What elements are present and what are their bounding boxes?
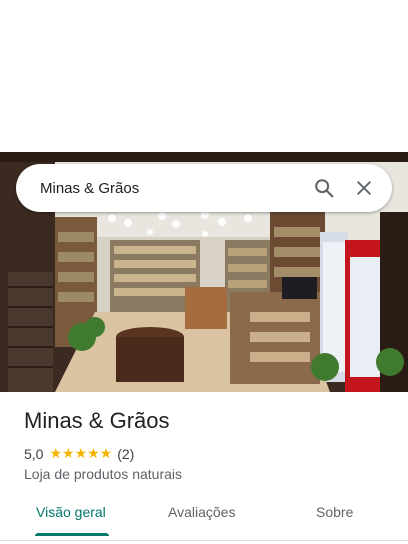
place-category[interactable]: Loja de produtos naturais — [24, 466, 182, 482]
search-button[interactable] — [304, 168, 344, 208]
map-area[interactable] — [0, 0, 408, 152]
close-button[interactable] — [344, 168, 384, 208]
close-icon — [357, 181, 371, 195]
review-count[interactable]: (2) — [117, 446, 134, 462]
tab-divider — [0, 540, 408, 541]
tab-about[interactable]: Sobre — [316, 504, 353, 520]
search-bar[interactable]: Minas & Grãos — [16, 164, 392, 212]
rating-value: 5,0 — [24, 445, 44, 462]
rating-row[interactable]: 5,0 ★★★★★ (2) — [24, 445, 134, 462]
tab-reviews[interactable]: Avaliações — [168, 504, 235, 520]
tab-overview[interactable]: Visão geral — [36, 504, 106, 520]
star-rating: ★★★★★ — [49, 445, 113, 461]
tab-bar: Visão geral Avaliações Sobre — [0, 496, 408, 536]
search-icon — [315, 179, 334, 198]
search-input[interactable]: Minas & Grãos — [40, 180, 304, 197]
place-title: Minas & Grãos — [24, 408, 170, 433]
active-tab-indicator — [35, 533, 109, 536]
